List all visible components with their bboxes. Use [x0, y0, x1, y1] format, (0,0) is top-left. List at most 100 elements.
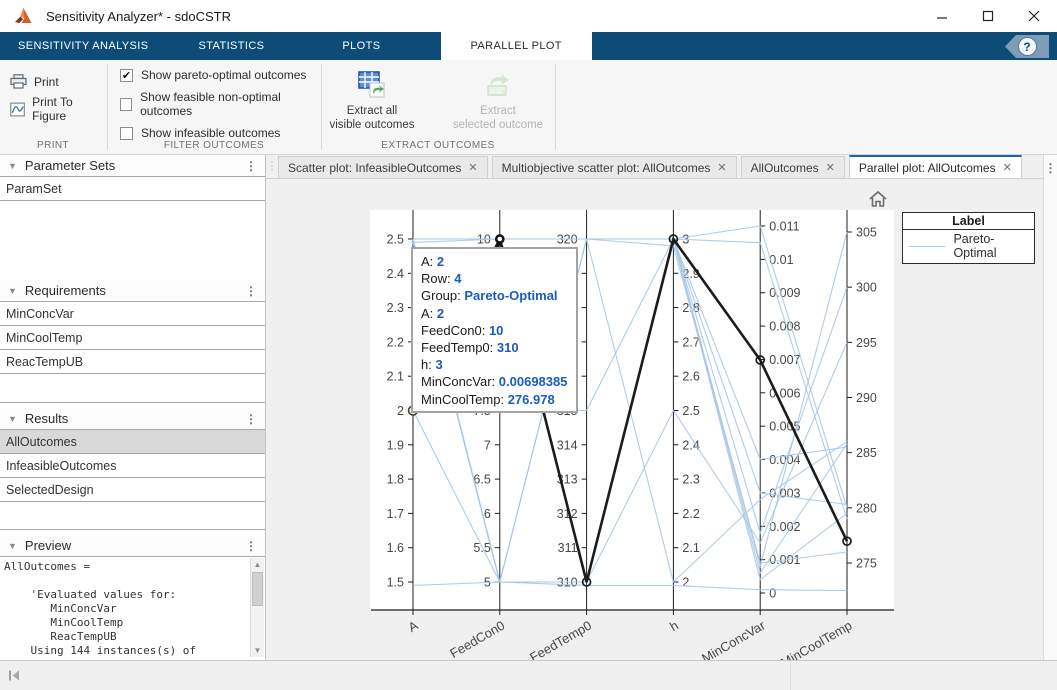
close-tab-icon[interactable]: ✕ — [1003, 161, 1012, 174]
preview-scrollbar[interactable]: ▲ ▼ — [250, 558, 264, 657]
skip-to-start-icon[interactable] — [8, 669, 21, 682]
tick-label: 2 — [397, 404, 404, 418]
section-menu-icon[interactable]: ⋮ — [245, 159, 257, 173]
window-title: Sensitivity Analyzer* - sdoCSTR — [46, 9, 231, 24]
panel-grip-icon[interactable]: ⋮ — [266, 155, 278, 178]
tick-label: 305 — [856, 226, 877, 240]
parameter-sets-header[interactable]: ▼ Parameter Sets ⋮ — [0, 155, 265, 176]
scrollbar-thumb[interactable] — [252, 572, 263, 606]
home-restore-view-icon[interactable] — [868, 190, 888, 208]
tick-label: 300 — [856, 281, 877, 295]
print-section-title: PRINT — [0, 140, 106, 151]
extract-selected-label-line1: Extract — [450, 104, 546, 118]
section-menu-icon[interactable]: ⋮ — [245, 412, 257, 426]
tooltip-line: MinConcVar: 0.00698385 — [421, 373, 568, 390]
tick-label: 311 — [558, 541, 578, 555]
tick-label: 0.002 — [769, 520, 800, 534]
tab-alloutcomes[interactable]: AllOutcomes ✕ — [741, 156, 845, 178]
checkbox-label: Show pareto-optimal outcomes — [141, 68, 306, 82]
tick-label: 0.011 — [769, 220, 799, 234]
close-tab-icon[interactable]: ✕ — [468, 161, 477, 174]
help-icon: ? — [1018, 37, 1037, 56]
preview-title: Preview — [25, 538, 71, 553]
tab-scatter-infeasible[interactable]: Scatter plot: InfeasibleOutcomes ✕ — [278, 156, 488, 178]
tick-label: 1.5 — [387, 576, 404, 590]
tab-label: Scatter plot: InfeasibleOutcomes — [288, 161, 461, 175]
tab-parallel-plot[interactable]: PARALLEL PLOT — [441, 32, 592, 60]
list-item-mincooltemp[interactable]: MinCoolTemp — [0, 326, 265, 350]
plot-legend[interactable]: Label Pareto-Optimal — [902, 212, 1035, 264]
tick-label: 2.5 — [387, 233, 404, 247]
scroll-up-icon[interactable]: ▲ — [251, 558, 264, 571]
tick-label: 275 — [856, 557, 877, 571]
axis-name-label: FeedTemp0 — [527, 618, 594, 660]
section-menu-icon[interactable]: ⋮ — [245, 539, 257, 553]
scroll-down-icon[interactable]: ▼ — [251, 644, 264, 657]
help-button[interactable]: ? — [1005, 35, 1049, 58]
checkbox-label: Show feasible non-optimal outcomes — [140, 90, 320, 118]
close-button[interactable] — [1011, 0, 1057, 32]
checkbox-feasible-nonoptimal[interactable]: Show feasible non-optimal outcomes — [120, 90, 320, 118]
requirements-header[interactable]: ▼ Requirements ⋮ — [0, 280, 265, 301]
collapse-triangle-icon: ▼ — [8, 286, 17, 296]
extract-all-visible-button[interactable]: Extract all visible outcomes — [324, 66, 420, 132]
results-header[interactable]: ▼ Results ⋮ — [0, 408, 265, 429]
tab-label: Multiobjective scatter plot: AllOutcomes — [502, 161, 711, 175]
tick-label: 1.9 — [387, 438, 404, 452]
list-item-alloutcomes[interactable]: AllOutcomes — [0, 430, 265, 454]
maximize-button[interactable] — [965, 0, 1011, 32]
collapse-triangle-icon: ▼ — [8, 414, 17, 424]
tick-label: 290 — [856, 391, 877, 405]
minimize-button[interactable] — [919, 0, 965, 32]
left-sidebar: ▼ Parameter Sets ⋮ ParamSet ▼ Requiremen… — [0, 155, 266, 660]
ribbon-toolbar: Print Print To Figure PRINT ✔ Show paret… — [0, 60, 1057, 155]
tick-label: 1.8 — [387, 473, 404, 487]
right-strip: ⋮ — [1043, 155, 1057, 660]
legend-header: Label — [903, 213, 1034, 230]
printer-icon — [10, 74, 27, 89]
tooltip-line: Group: Pareto-Optimal — [421, 287, 568, 304]
parameter-sets-title: Parameter Sets — [25, 158, 115, 173]
axis-name-label: h — [667, 618, 681, 635]
tick-label: 280 — [856, 501, 877, 515]
tooltip-line: A: 2 — [421, 305, 568, 322]
list-item-paramset[interactable]: ParamSet — [0, 177, 265, 201]
tab-options-menu-icon[interactable]: ⋮ — [1044, 161, 1057, 175]
checkbox-infeasible[interactable]: Show infeasible outcomes — [120, 126, 320, 140]
close-tab-icon[interactable]: ✕ — [717, 161, 726, 174]
tick-label: 0.01 — [769, 253, 793, 267]
axis-name-label: A — [405, 617, 420, 634]
tick-label: 1.6 — [387, 541, 404, 555]
axis-name-label: MinConcVar — [699, 617, 768, 660]
list-item-infeasibleoutcomes[interactable]: InfeasibleOutcomes — [0, 454, 265, 478]
preview-header[interactable]: ▼ Preview ⋮ — [0, 535, 265, 556]
tooltip-line: MinCoolTemp: 276.978 — [421, 391, 568, 408]
tab-statistics[interactable]: STATISTICS — [180, 32, 282, 60]
tick-label: 2.3 — [387, 301, 404, 315]
tab-parallel-plot-doc[interactable]: Parallel plot: AllOutcomes ✕ — [849, 155, 1022, 178]
results-list: AllOutcomes InfeasibleOutcomes SelectedD… — [0, 429, 265, 530]
close-tab-icon[interactable]: ✕ — [826, 161, 835, 174]
tab-sensitivity-analysis[interactable]: SENSITIVITY ANALYSIS — [0, 32, 166, 60]
tick-label: 2.4 — [682, 438, 699, 452]
datatip-pin-ring — [496, 236, 503, 243]
tab-plots[interactable]: PLOTS — [324, 32, 398, 60]
checkbox-pareto-optimal[interactable]: ✔ Show pareto-optimal outcomes — [120, 68, 320, 82]
list-item-minconcvar[interactable]: MinConcVar — [0, 302, 265, 326]
print-to-figure-button[interactable]: Print To Figure — [10, 95, 106, 123]
figure-curve-icon — [10, 102, 25, 117]
document-tab-bar: ⋮ Scatter plot: InfeasibleOutcomes ✕ Mul… — [266, 155, 1043, 179]
section-menu-icon[interactable]: ⋮ — [245, 284, 257, 298]
list-item-selecteddesign[interactable]: SelectedDesign — [0, 478, 265, 502]
tick-label: 6.5 — [473, 473, 490, 487]
sensitivity-analyzer-window: Sensitivity Analyzer* - sdoCSTR SENSITIV… — [0, 0, 1057, 690]
tab-multiobjective-scatter[interactable]: Multiobjective scatter plot: AllOutcomes… — [492, 156, 737, 178]
list-item-reactempub[interactable]: ReacTempUB — [0, 350, 265, 374]
filter-section-title: FILTER OUTCOMES — [108, 140, 320, 151]
matlab-logo-icon — [14, 6, 34, 26]
print-button[interactable]: Print — [10, 74, 106, 89]
filter-outcomes-section: ✔ Show pareto-optimal outcomes Show feas… — [108, 60, 320, 154]
legend-entry-pareto[interactable]: Pareto-Optimal — [903, 230, 1034, 263]
tick-label: 2.7 — [682, 335, 699, 349]
statusbar-divider — [790, 661, 791, 690]
